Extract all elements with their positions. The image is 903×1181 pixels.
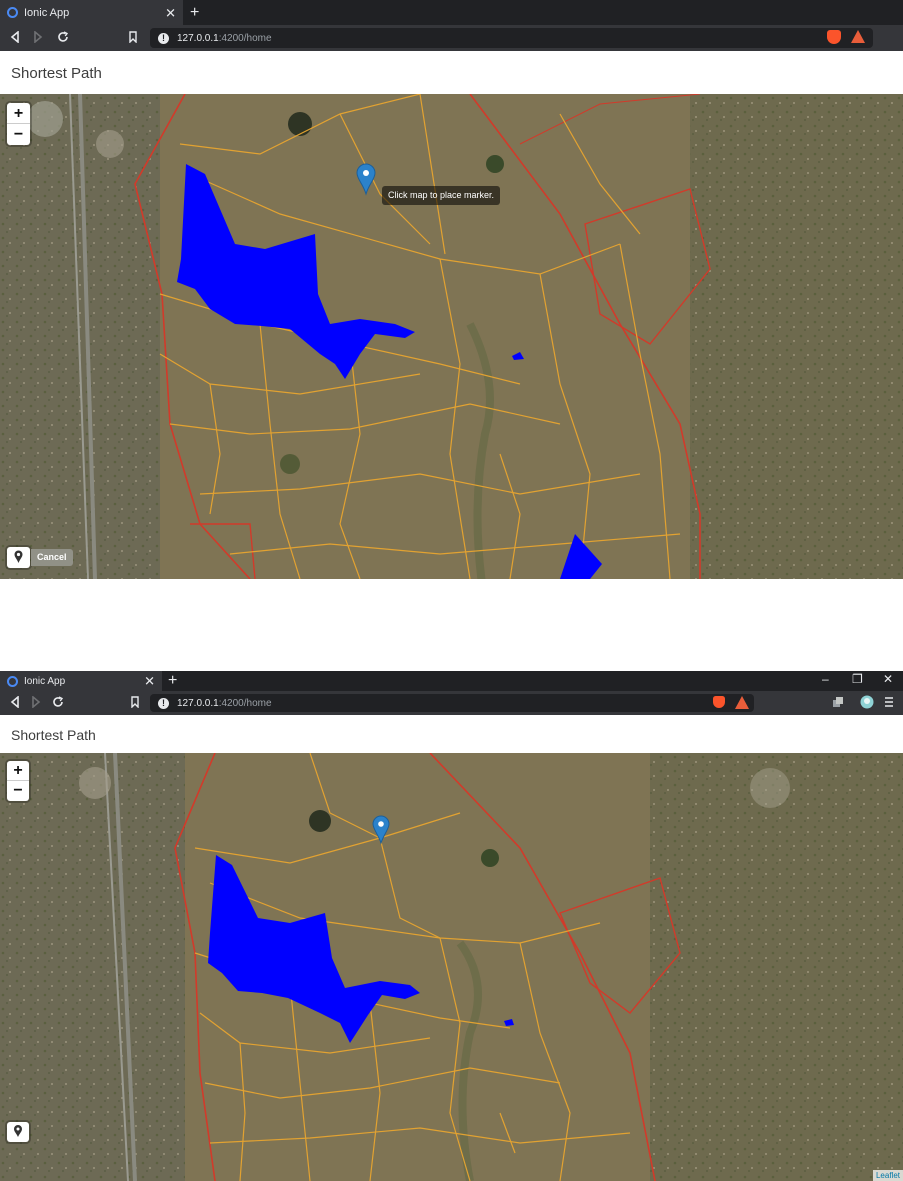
url-host: 127.0.0.1: [177, 32, 219, 44]
page-title: Shortest Path: [11, 65, 102, 82]
extensions-icon[interactable]: [832, 696, 844, 710]
browser-window-2: Ionic App ✕ + – ❐ ✕ ! 127.0.0.1 :4200/ho…: [0, 671, 903, 1181]
browser-toolbar: ! 127.0.0.1 :4200/home: [0, 691, 903, 715]
brave-rewards-icon[interactable]: [851, 30, 865, 43]
zoom-control: + −: [7, 761, 29, 801]
restore-button[interactable]: ❐: [852, 673, 863, 685]
draw-marker-button[interactable]: [7, 1122, 29, 1142]
brave-shields-icon[interactable]: [827, 30, 841, 44]
location-pin-icon: [14, 550, 23, 563]
profile-icon[interactable]: [860, 695, 874, 711]
site-info-icon[interactable]: !: [158, 32, 169, 44]
leaflet-attribution-link[interactable]: Leaflet: [872, 1170, 903, 1181]
menu-icon[interactable]: [884, 696, 894, 710]
window-close-button[interactable]: ✕: [883, 673, 893, 685]
back-icon[interactable]: [10, 695, 20, 710]
tab-bar: Ionic App ✕ +: [0, 0, 903, 25]
zoom-out-button[interactable]: −: [7, 781, 29, 801]
tab-close-icon[interactable]: ✕: [165, 6, 176, 19]
bookmark-icon[interactable]: [130, 696, 140, 710]
tab-ionic-app[interactable]: Ionic App ✕: [0, 0, 183, 25]
tab-bar: Ionic App ✕ + – ❐ ✕: [0, 671, 903, 691]
tab-title: Ionic App: [24, 6, 70, 19]
draw-marker-button[interactable]: [7, 547, 30, 568]
site-info-icon[interactable]: !: [158, 697, 169, 709]
url-path: :4200/home: [218, 32, 272, 44]
tab-ionic-app[interactable]: Ionic App ✕: [0, 671, 162, 691]
tab-title: Ionic App: [24, 675, 66, 687]
tab-close-icon[interactable]: ✕: [144, 675, 155, 688]
app-header: Shortest Path: [0, 51, 903, 94]
forward-icon[interactable]: [31, 695, 41, 710]
map-view[interactable]: + − Leaflet: [0, 753, 903, 1181]
bookmark-icon[interactable]: [128, 31, 138, 45]
satellite-map: [0, 94, 903, 579]
brave-shields-icon[interactable]: [713, 696, 725, 708]
back-icon[interactable]: [10, 30, 20, 45]
map-view[interactable]: + − Click map to place marker. Cancel: [0, 94, 903, 579]
tab-favicon-icon: [7, 675, 18, 687]
url-host: 127.0.0.1: [177, 697, 219, 709]
forward-icon[interactable]: [33, 30, 43, 45]
satellite-map: [0, 753, 903, 1181]
location-pin-icon: [14, 1125, 22, 1137]
app-header: Shortest Path: [0, 715, 903, 753]
browser-window-1: Ionic App ✕ + ! 127.0.0.1 :4200/home Sho…: [0, 0, 903, 580]
brave-rewards-icon[interactable]: [735, 696, 749, 709]
browser-toolbar: ! 127.0.0.1 :4200/home: [0, 25, 903, 51]
page-title: Shortest Path: [11, 727, 96, 743]
zoom-in-button[interactable]: +: [7, 761, 29, 781]
new-tab-button[interactable]: +: [190, 4, 199, 21]
zoom-out-button[interactable]: −: [7, 124, 30, 145]
new-tab-button[interactable]: +: [168, 673, 177, 689]
url-path: :4200/home: [218, 697, 272, 709]
zoom-in-button[interactable]: +: [7, 103, 30, 124]
address-bar[interactable]: ! 127.0.0.1 :4200/home: [150, 694, 754, 712]
cancel-button[interactable]: Cancel: [31, 549, 73, 566]
place-marker-tooltip: Click map to place marker.: [382, 186, 501, 205]
zoom-control: + −: [7, 103, 30, 145]
minimize-button[interactable]: –: [822, 673, 829, 685]
address-bar[interactable]: ! 127.0.0.1 :4200/home: [150, 28, 873, 48]
reload-icon[interactable]: [57, 31, 69, 45]
reload-icon[interactable]: [52, 696, 64, 710]
tab-favicon-icon: [7, 7, 18, 18]
